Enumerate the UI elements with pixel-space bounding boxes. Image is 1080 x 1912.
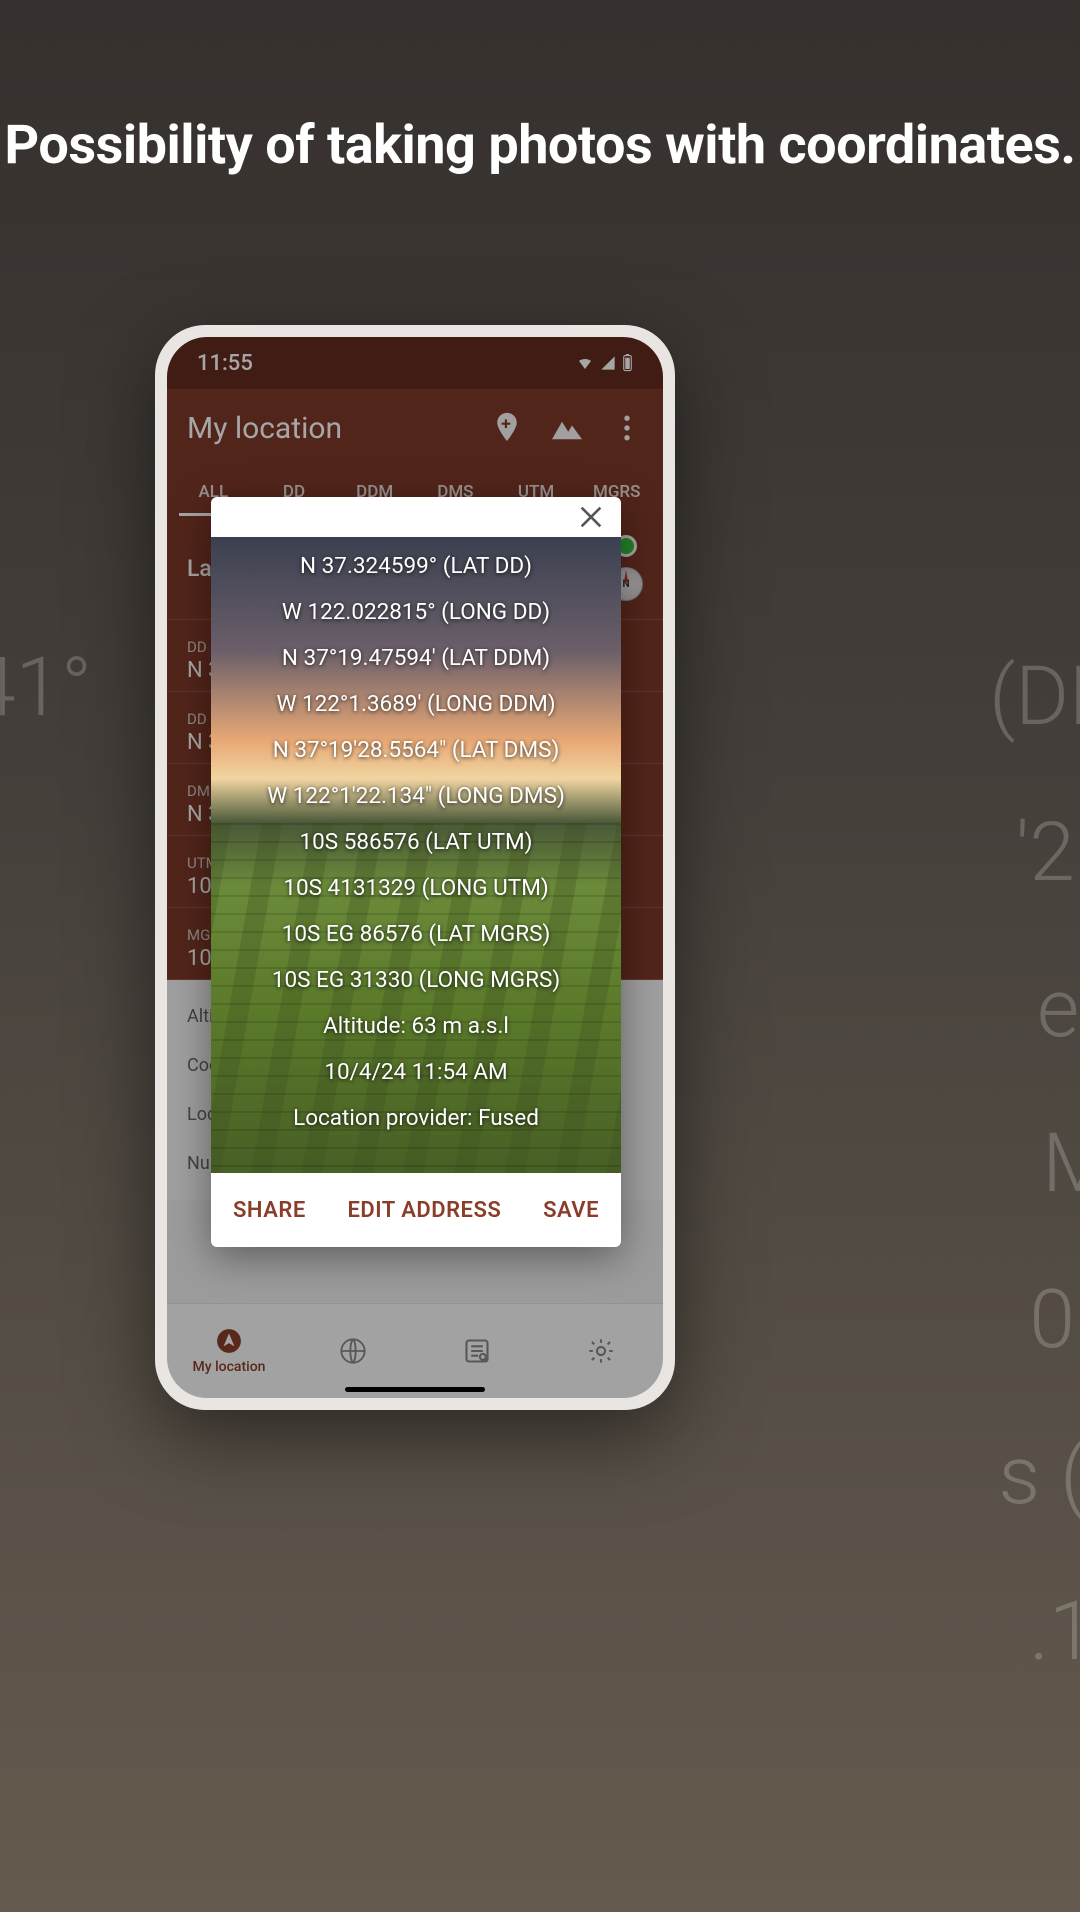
photo-preview: N 37.324599° (LAT DD) W 122.022815° (LON… (211, 537, 621, 1173)
coord-overlay-line: W 122°1'22.134" (LONG DMS) (267, 783, 565, 809)
coord-overlay-line: N 37°19'28.5564" (LAT DMS) (273, 737, 560, 763)
share-button[interactable]: SHARE (233, 1198, 306, 1223)
phone-screen: 11:55 My location ALL (167, 337, 663, 1398)
close-icon (577, 503, 605, 531)
dialog-action-bar: SHARE EDIT ADDRESS SAVE (211, 1173, 621, 1247)
promo-headline: Possibility of taking photos with coordi… (0, 115, 1080, 177)
coord-overlay-line: N 37.324599° (LAT DD) (300, 553, 532, 579)
coord-overlay-line: N 37°19.47594' (LAT DDM) (282, 645, 550, 671)
coord-overlay-line: 10S EG 86576 (LAT MGRS) (282, 921, 551, 947)
background-ghost-text: (DM '26. eci M) 0.4 s (D .17 (989, 620, 1080, 1711)
coord-overlay-line: W 122°1.3689' (LONG DDM) (276, 691, 555, 717)
save-button[interactable]: SAVE (543, 1198, 599, 1223)
coord-overlay-line: 10S 586576 (LAT UTM) (299, 829, 532, 855)
coord-overlay-line: 10S EG 31330 (LONG MGRS) (272, 967, 560, 993)
coord-overlay-line: Altitude: 63 m a.s.l (323, 1013, 509, 1039)
phone-frame: 11:55 My location ALL (155, 325, 675, 1410)
background-ghost-left: 41° (0, 640, 92, 736)
edit-address-button[interactable]: EDIT ADDRESS (348, 1198, 502, 1223)
close-button[interactable] (577, 503, 605, 537)
photo-coordinates-dialog: N 37.324599° (LAT DD) W 122.022815° (LON… (211, 497, 621, 1247)
coord-overlay-line: 10/4/24 11:54 AM (324, 1059, 507, 1085)
coord-overlay-line: W 122.022815° (LONG DD) (282, 599, 550, 625)
coord-overlay-line: Location provider: Fused (293, 1105, 539, 1131)
coord-overlay-line: 10S 4131329 (LONG UTM) (283, 875, 548, 901)
